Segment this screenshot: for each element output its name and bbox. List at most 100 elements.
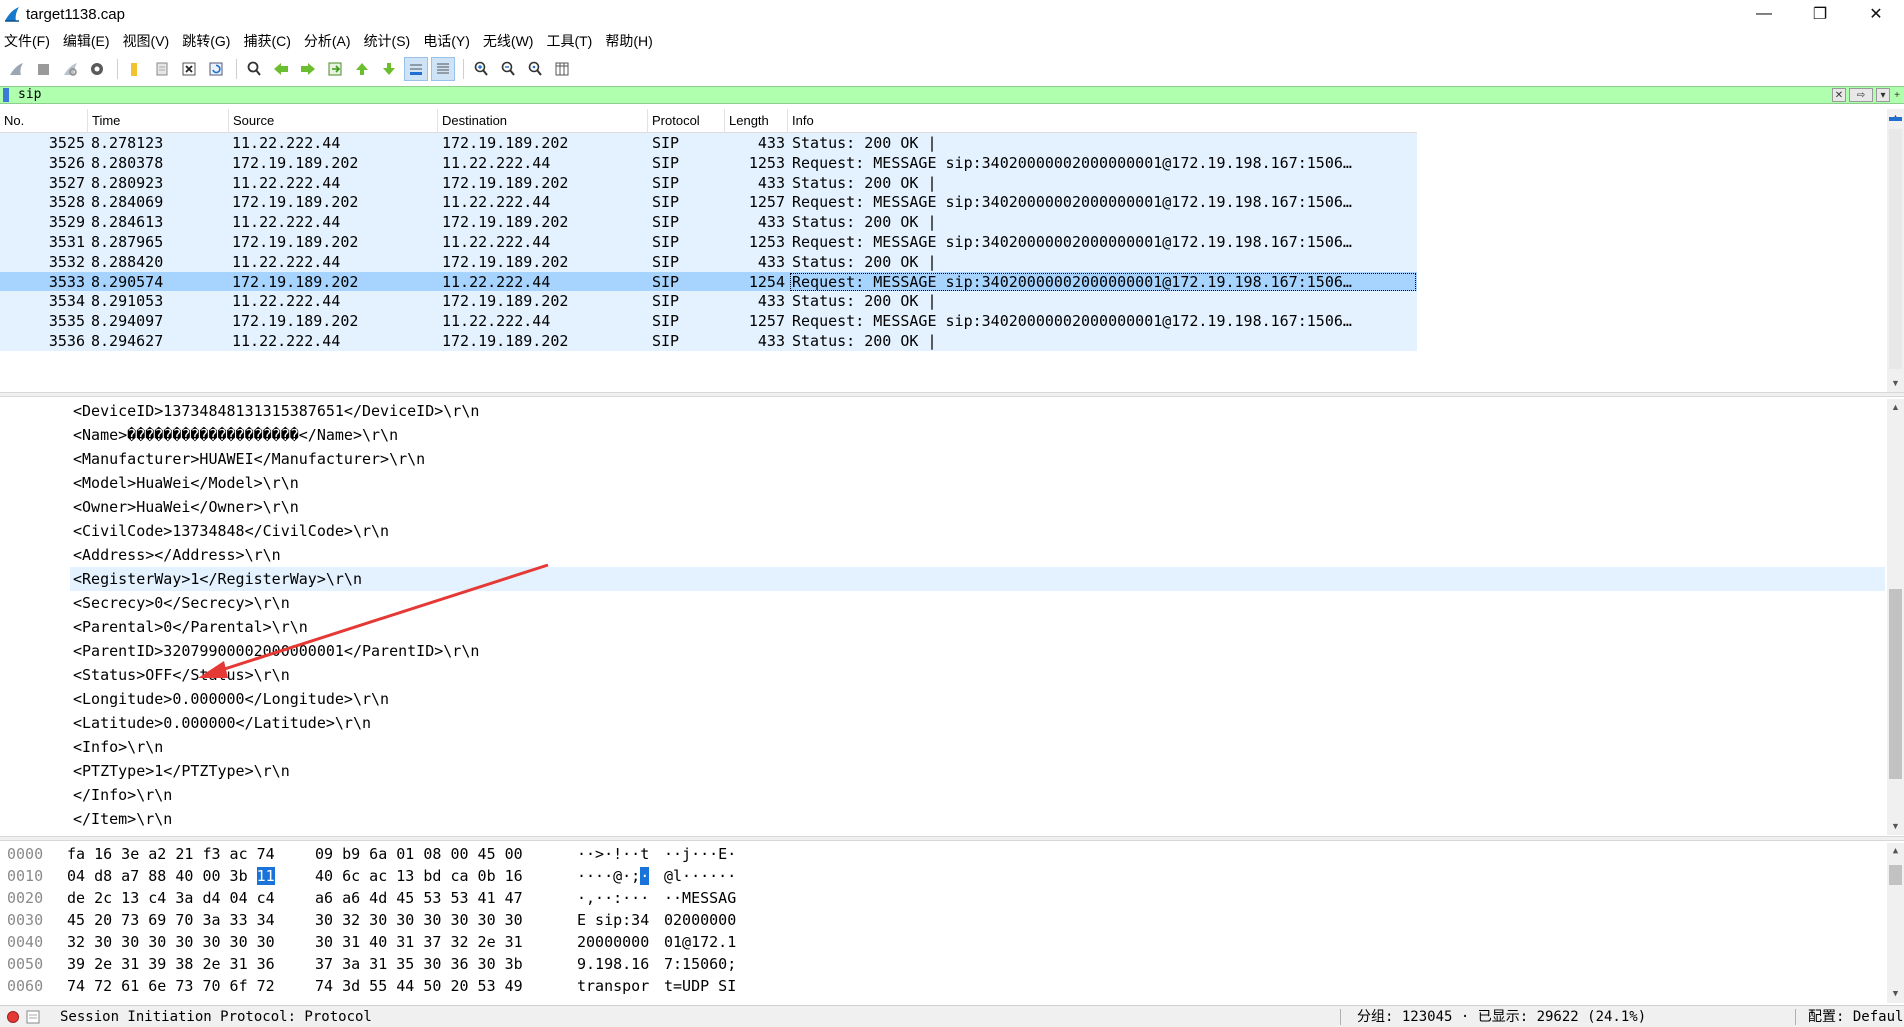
ascii-char-selected[interactable]: · — [640, 867, 650, 885]
packet-row[interactable]: 3527 8.280923 11.22.222.44 172.19.189.202 SI… — [0, 172, 1417, 193]
scroll-up-arrow-icon[interactable]: ▲ — [1887, 843, 1904, 860]
add-filter-button-icon[interactable]: + — [1892, 88, 1902, 102]
ascii-group2[interactable]: 02000000 — [664, 909, 736, 931]
hex-bytes-group2[interactable]: 74 3d 55 44 50 20 53 49 — [315, 975, 523, 997]
column-header-protocol[interactable]: Protocol — [648, 109, 725, 133]
menu-go[interactable]: 跳转(G) — [182, 31, 230, 51]
go-last-icon[interactable] — [377, 57, 401, 81]
capture-comment-icon[interactable] — [26, 1010, 40, 1024]
ascii-group2[interactable]: 7:15060; — [664, 953, 736, 975]
details-scrollbar[interactable]: ▲ ▼ — [1887, 399, 1904, 835]
restore-button[interactable]: ❐ — [1792, 0, 1848, 28]
zoom-out-icon[interactable] — [496, 57, 520, 81]
apply-filter-icon[interactable]: ⇨ — [1849, 88, 1873, 102]
hex-bytes-group2[interactable]: 30 32 30 30 30 30 30 30 — [315, 909, 523, 931]
column-header-destination[interactable]: Destination — [438, 109, 648, 133]
resize-columns-icon[interactable] — [550, 57, 574, 81]
stop-capture-icon[interactable] — [31, 57, 55, 81]
menu-wireless[interactable]: 无线(W) — [483, 31, 534, 51]
hex-bytes-group1[interactable]: 74 72 61 6e 73 70 6f 72 — [67, 975, 275, 997]
hex-bytes-group1[interactable]: 39 2e 31 39 38 2e 31 36 — [67, 953, 275, 975]
scrollbar-track[interactable] — [1889, 129, 1902, 369]
open-file-icon[interactable] — [123, 57, 147, 81]
ascii-group1[interactable]: ·,··:··· — [577, 887, 649, 909]
packet-row[interactable]: 3534 8.291053 11.22.222.44 172.19.189.202 SI… — [0, 291, 1417, 312]
close-button[interactable]: ✕ — [1848, 0, 1904, 28]
find-packet-icon[interactable] — [242, 57, 266, 81]
menu-help[interactable]: 帮助(H) — [605, 31, 652, 51]
zoom-normal-icon[interactable] — [523, 57, 547, 81]
ascii-group2[interactable]: ··MESSAG — [664, 887, 736, 909]
column-header-info[interactable]: Info — [788, 109, 1417, 133]
ascii-group2[interactable]: @l······ — [664, 865, 736, 887]
colorize-icon[interactable] — [431, 57, 455, 81]
packet-row[interactable]: 3528 8.284069 172.19.189.202 11.22.222.44 SI… — [0, 192, 1417, 213]
ascii-group1[interactable]: ··>·!··t — [577, 843, 649, 865]
packet-row[interactable]: 3526 8.280378 172.19.189.202 11.22.222.44 SI… — [0, 152, 1417, 173]
packet-row[interactable]: 3536 8.294627 11.22.222.44 172.19.189.202 SI… — [0, 331, 1417, 351]
zoom-in-icon[interactable] — [469, 57, 493, 81]
packet-row[interactable]: 3532 8.288420 11.22.222.44 172.19.189.202 SI… — [0, 251, 1417, 272]
column-header-time[interactable]: Time — [88, 109, 229, 133]
bytes-scrollbar[interactable]: ▲ ▼ — [1887, 843, 1904, 1003]
hex-bytes-group2[interactable]: 37 3a 31 35 30 36 30 3b — [315, 953, 523, 975]
menu-capture[interactable]: 捕获(C) — [243, 31, 290, 51]
go-to-packet-icon[interactable] — [323, 57, 347, 81]
ascii-group1[interactable]: transpor — [577, 975, 649, 997]
go-back-icon[interactable] — [269, 57, 293, 81]
hex-bytes-group2[interactable]: a6 a6 4d 45 53 53 41 47 — [315, 887, 523, 909]
hex-bytes-group1[interactable]: de 2c 13 c4 3a d4 04 c4 — [67, 887, 275, 909]
hex-bytes-group1[interactable]: 04 d8 a7 88 40 00 3b 11 — [67, 865, 275, 887]
menu-analyze[interactable]: 分析(A) — [304, 31, 351, 51]
packet-row[interactable]: 3525 8.278123 11.22.222.44 172.19.189.202 SI… — [0, 133, 1417, 153]
autoscroll-icon[interactable] — [404, 57, 428, 81]
hex-bytes-group1[interactable]: 32 30 30 30 30 30 30 30 — [67, 931, 275, 953]
save-file-icon[interactable] — [150, 57, 174, 81]
display-filter-input[interactable] — [18, 87, 1818, 103]
minimize-button[interactable]: — — [1736, 0, 1792, 28]
scroll-down-arrow-icon[interactable]: ▼ — [1887, 818, 1904, 835]
ascii-group2[interactable]: t=UDP SI — [664, 975, 736, 997]
filter-bookmark-icon[interactable] — [3, 88, 9, 102]
go-first-icon[interactable] — [350, 57, 374, 81]
capture-options-icon[interactable] — [85, 57, 109, 81]
ascii-group1[interactable]: E sip:34 — [577, 909, 649, 931]
packet-list-scrollbar[interactable]: ▲ ▼ — [1887, 109, 1904, 392]
hex-bytes-group1[interactable]: fa 16 3e a2 21 f3 ac 74 — [67, 843, 275, 865]
packet-row[interactable]: 3531 8.287965 172.19.189.202 11.22.222.44 SI… — [0, 232, 1417, 252]
column-header-length[interactable]: Length — [725, 109, 788, 133]
expert-info-icon[interactable] — [7, 1011, 19, 1023]
hex-bytes-group2[interactable]: 30 31 40 31 37 32 2e 31 — [315, 931, 523, 953]
hex-bytes-group1[interactable]: 45 20 73 69 70 3a 33 34 — [67, 909, 275, 931]
start-capture-icon[interactable] — [4, 57, 28, 81]
ascii-group1[interactable]: 9.198.16 — [577, 953, 649, 975]
menu-file[interactable]: 文件(F) — [4, 31, 50, 51]
hex-bytes-group2[interactable]: 40 6c ac 13 bd ca 0b 16 — [315, 865, 523, 887]
scrollbar-thumb[interactable] — [1889, 589, 1902, 779]
menu-telephony[interactable]: 电话(Y) — [423, 31, 470, 51]
scroll-down-arrow-icon[interactable]: ▼ — [1887, 375, 1904, 392]
packet-row[interactable]: 3535 8.294097 172.19.189.202 11.22.222.44 SI… — [0, 311, 1417, 332]
scrollbar-thumb[interactable] — [1889, 865, 1902, 885]
ascii-group2[interactable]: 01@172.1 — [664, 931, 736, 953]
scroll-down-arrow-icon[interactable]: ▼ — [1887, 986, 1904, 1003]
column-header-source[interactable]: Source — [229, 109, 438, 133]
restart-capture-icon[interactable] — [58, 57, 82, 81]
menu-edit[interactable]: 编辑(E) — [63, 31, 110, 51]
go-forward-icon[interactable] — [296, 57, 320, 81]
hex-byte-selected[interactable]: 11 — [256, 867, 275, 885]
hex-bytes-group2[interactable]: 09 b9 6a 01 08 00 45 00 — [315, 843, 523, 865]
menu-view[interactable]: 视图(V) — [123, 31, 170, 51]
clear-filter-icon[interactable]: ✕ — [1832, 88, 1846, 102]
reload-file-icon[interactable] — [204, 57, 228, 81]
profile-status[interactable]: 配置: Defaul — [1808, 1006, 1903, 1027]
column-header-no[interactable]: No. — [0, 109, 88, 133]
menu-statistics[interactable]: 统计(S) — [364, 31, 411, 51]
packet-row[interactable]: 3529 8.284613 11.22.222.44 172.19.189.202 SI… — [0, 212, 1417, 233]
packet-row-selected[interactable]: 3533 8.290574 172.19.189.202 11.22.222.44 SI… — [0, 271, 1417, 292]
ascii-group1[interactable]: ····@·;· — [577, 865, 650, 887]
pane-splitter[interactable] — [0, 836, 1904, 841]
ascii-group1[interactable]: 20000000 — [577, 931, 649, 953]
scroll-up-arrow-icon[interactable]: ▲ — [1887, 399, 1904, 416]
ascii-group2[interactable]: ··j···E· — [664, 843, 736, 865]
